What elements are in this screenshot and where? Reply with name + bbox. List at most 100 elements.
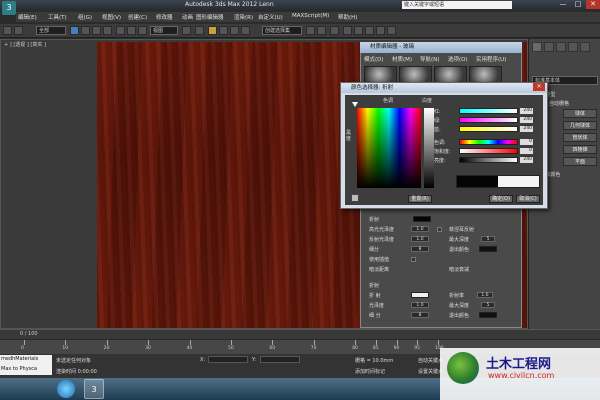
refl-gloss-field[interactable]: 1.0 [411,236,429,242]
me-menu-navigation[interactable]: 导航(N) [420,55,439,63]
me-menu-material[interactable]: 材质(M) [392,55,412,63]
menu-create[interactable]: 创建(C) [128,13,147,21]
time-slider[interactable] [0,329,600,339]
max-depth2-field[interactable]: 5 [481,302,495,308]
subdivs2-field[interactable]: 8 [411,312,429,318]
align-icon[interactable] [317,26,326,35]
create-tab-icon[interactable] [532,42,542,52]
blue-value[interactable]: 240 [520,126,533,132]
reflect-color-swatch[interactable] [413,216,431,222]
named-selection-dropdown[interactable]: 创建选择集 [262,26,302,35]
max-depth-field[interactable]: 5 [481,236,495,242]
close-button[interactable]: ✕ [586,0,600,9]
menu-views[interactable]: 视图(V) [102,13,121,21]
mirror-icon[interactable] [306,26,315,35]
menu-group[interactable]: 组(G) [78,13,92,21]
ok-button[interactable]: 确定(O) [489,195,513,203]
redo-icon[interactable] [14,26,23,35]
curve-editor-icon[interactable] [343,26,352,35]
exit-color-swatch[interactable] [479,246,497,252]
maximize-button[interactable]: □ [571,0,585,9]
menu-animation[interactable]: 动画 [182,13,193,21]
maxscript-line-1[interactable]: medhMaterials [1,356,38,362]
me-menu-options[interactable]: 选项(O) [448,55,468,63]
green-value[interactable]: 240 [520,117,533,123]
rect-selection-icon[interactable] [92,26,101,35]
red-value[interactable]: 240 [520,108,533,114]
x-coord-field[interactable] [208,356,248,363]
primitive-geosphere-button[interactable]: 球体 [563,109,597,118]
menu-customize[interactable]: 自定义(U) [258,13,283,21]
hue-value[interactable]: 0 [520,139,533,145]
saturation-value[interactable]: 0 [520,148,533,154]
value-slider[interactable] [459,157,518,163]
menu-edit[interactable]: 编辑(E) [18,13,37,21]
gloss-field[interactable]: 1.0 [411,302,429,308]
ior-field[interactable]: 1.6 [477,292,493,298]
exit-color2-swatch[interactable] [479,312,497,318]
start-button[interactable] [57,380,75,398]
select-object-icon[interactable] [70,26,79,35]
taskbar-3dsmax-icon[interactable]: 3 [84,379,104,399]
me-menu-mode[interactable]: 模式(D) [364,55,384,63]
hue-slider[interactable] [459,139,518,145]
me-menu-utilities[interactable]: 实用程序(U) [476,55,506,63]
y-coord-field[interactable] [260,356,300,363]
hierarchy-tab-icon[interactable] [556,42,566,52]
app-logo-icon[interactable]: 3 [2,1,16,15]
render-setup-icon[interactable] [376,26,385,35]
saturation-slider[interactable] [459,148,518,154]
red-slider[interactable] [459,108,518,114]
modify-tab-icon[interactable] [544,42,554,52]
rotate-icon[interactable] [127,26,136,35]
render-icon[interactable] [387,26,396,35]
minimize-button[interactable]: — [556,0,570,9]
reset-button[interactable]: 重置(R) [408,195,432,203]
use-interp-checkbox[interactable] [411,257,416,262]
fresnel-checkbox[interactable] [437,227,442,232]
move-icon[interactable] [116,26,125,35]
menu-maxscript[interactable]: MAXScript(M) [292,13,329,19]
primitive-plane-button[interactable]: 平面 [563,157,597,166]
percent-snap-icon[interactable] [230,26,239,35]
subdivs-field[interactable]: 8 [411,246,429,252]
display-tab-icon[interactable] [580,42,590,52]
menu-modifiers[interactable]: 修改器 [156,13,173,21]
angle-snap-icon[interactable] [219,26,228,35]
maxscript-line-2[interactable]: Max to Physca [1,366,37,372]
hue-pointer-icon[interactable] [352,102,358,107]
select-by-name-icon[interactable] [81,26,90,35]
spinner-snap-icon[interactable] [241,26,250,35]
ref-coord-dropdown[interactable]: 视图 [150,26,178,35]
window-crossing-icon[interactable] [103,26,112,35]
cancel-button[interactable]: 取消(C) [516,195,540,203]
material-editor-icon[interactable] [365,26,374,35]
menu-help[interactable]: 帮助(H) [338,13,357,21]
eyedropper-icon[interactable] [351,194,359,202]
pivot-icon[interactable] [182,26,191,35]
auto-grid-checkbox[interactable]: 自动栅格 [549,100,569,107]
add-time-tag[interactable]: 添加时间标记 [355,368,385,375]
color-picker-close-button[interactable]: ✕ [533,83,545,91]
menu-rendering[interactable]: 渲染(R) [234,13,253,21]
whiteness-bar[interactable] [424,108,434,188]
schematic-icon[interactable] [354,26,363,35]
menu-graph-editors[interactable]: 图形编辑器 [196,13,224,21]
scale-icon[interactable] [138,26,147,35]
help-search-input[interactable]: 键入关键字或短语 [402,1,512,9]
green-slider[interactable] [459,117,518,123]
blue-slider[interactable] [459,126,518,132]
layer-icon[interactable] [330,26,339,35]
snap-toggle-icon[interactable] [208,26,217,35]
primitive-geosphere2-button[interactable]: 几何球体 [563,121,597,130]
primitive-tube-button[interactable]: 管状体 [563,133,597,142]
hue-blackness-spectrum[interactable] [357,108,421,188]
primitive-pyramid-button[interactable]: 四棱锥 [563,145,597,154]
value-value[interactable]: 240 [520,157,533,163]
selection-filter-dropdown[interactable]: 全部 [36,26,66,35]
hilight-gloss-field[interactable]: 1.0 [411,226,429,232]
motion-tab-icon[interactable] [568,42,578,52]
undo-icon[interactable] [3,26,12,35]
viewport-label[interactable]: + ] [透视 ] [真实 ] [4,41,46,48]
refract-color-swatch[interactable] [411,292,429,298]
